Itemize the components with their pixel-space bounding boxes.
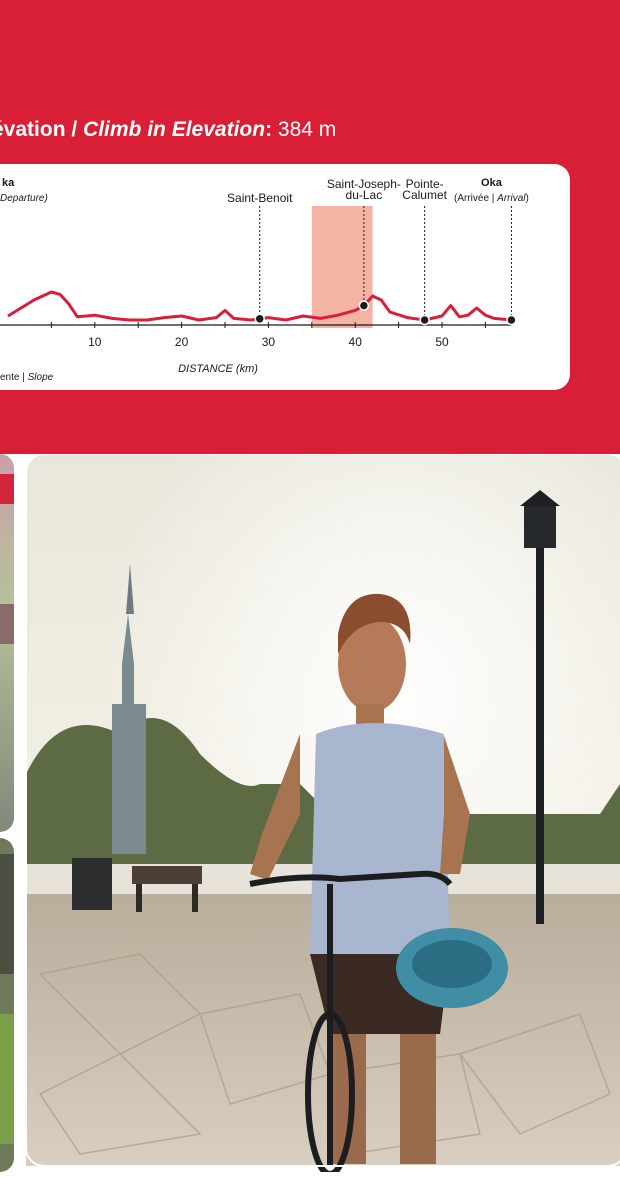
heading-en: Climb in Elevation (83, 118, 266, 141)
town-label: Calumet (402, 188, 447, 202)
x-axis-title: DISTANCE (km) (178, 363, 258, 375)
x-tick-label: 30 (262, 335, 276, 349)
elevation-heading: évation / Climb in Elevation: 384 m (0, 118, 336, 142)
trash-bin (72, 858, 112, 910)
heading-fr: évation / (0, 118, 84, 141)
elevation-profile-card: 10 20 30 40 50 Saint-Benoit Saint-Joseph-du-La… (0, 164, 570, 390)
x-tick-label: 40 (349, 335, 363, 349)
start-town-sub: Departure) (0, 193, 48, 204)
town-marker (358, 300, 370, 311)
main-photo (25, 453, 620, 1177)
town-marker (419, 314, 430, 326)
photo-collage (0, 453, 620, 1177)
town-marker (254, 313, 265, 325)
start-town-label: ka (2, 177, 15, 189)
heading-value: 384 m (277, 118, 337, 141)
slope-label: ente | Slope (0, 372, 54, 383)
heading-sep: : (265, 118, 278, 141)
x-tick-label: 50 (435, 335, 449, 349)
end-town-sub: (Arrivée | Arrival) (454, 193, 529, 204)
town-marker (506, 314, 517, 326)
end-town-label: Oka (481, 177, 503, 189)
town-label: du-Lac (346, 188, 383, 202)
x-tick-label: 20 (175, 335, 189, 349)
photo-area (0, 453, 620, 1177)
town-label: Saint-Benoit (227, 191, 293, 205)
left-photo-bottom (0, 838, 14, 1172)
helmet-icon (396, 928, 508, 1008)
elevation-chart: 10 20 30 40 50Saint-BenoitSaint-Joseph-du-La… (0, 177, 529, 383)
lamp-post (536, 544, 544, 924)
x-tick-label: 10 (88, 335, 102, 349)
left-photo-top (0, 454, 14, 832)
